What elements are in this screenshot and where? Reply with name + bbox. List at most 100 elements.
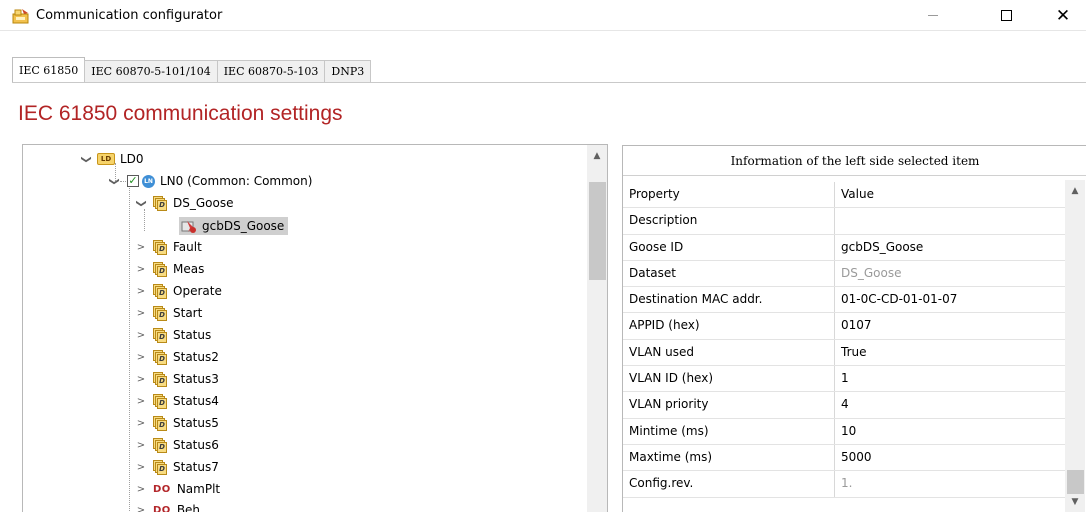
scroll-up-icon[interactable]: ▲ — [587, 147, 607, 165]
property-row[interactable]: Description — [623, 208, 1065, 235]
tree-node-dataset[interactable]: > D Status — [136, 325, 211, 345]
property-value[interactable] — [835, 208, 1065, 233]
property-value[interactable]: 01-0C-CD-01-01-07 — [835, 287, 1065, 312]
tab-iec-60870-5-103[interactable]: IEC 60870-5-103 — [216, 60, 326, 83]
dataset-icon: D — [153, 437, 168, 453]
tree-node-label: Status6 — [173, 438, 219, 452]
scrollbar-thumb[interactable] — [589, 182, 606, 280]
tree-node-gcbds-goose[interactable]: gcbDS_Goose — [179, 216, 289, 236]
tree-node-label: Meas — [173, 262, 205, 276]
property-row[interactable]: VLAN used True — [623, 339, 1065, 367]
chevron-right-icon[interactable]: > — [136, 242, 146, 253]
tree-node-dataset[interactable]: > D Fault — [136, 237, 202, 257]
property-value[interactable]: gcbDS_Goose — [835, 235, 1065, 260]
property-row[interactable]: Config.rev. 1. — [623, 471, 1065, 498]
chevron-down-icon[interactable]: ❯ — [81, 154, 92, 164]
data-object-icon: DO — [153, 483, 171, 495]
property-row[interactable]: VLAN ID (hex) 1 — [623, 366, 1065, 393]
tree-scrollbar[interactable]: ▲ — [587, 145, 607, 512]
property-value[interactable]: 4 — [835, 392, 1065, 417]
chevron-right-icon[interactable]: > — [136, 418, 146, 429]
data-object-icon: DO — [153, 504, 171, 512]
maximize-icon — [1000, 10, 1012, 21]
tree-node-dataset[interactable]: > D Status7 — [136, 457, 219, 477]
tab-dnp3[interactable]: DNP3 — [324, 60, 372, 83]
tree-node-label: DS_Goose — [173, 196, 234, 210]
chevron-right-icon[interactable]: > — [136, 462, 146, 473]
info-scrollbar[interactable]: ▲ ▼ — [1065, 180, 1085, 512]
tree-node-ds-goose[interactable]: ❯ D DS_Goose — [136, 193, 233, 213]
property-row[interactable]: Mintime (ms) 10 — [623, 418, 1065, 445]
chevron-right-icon[interactable]: > — [136, 330, 146, 341]
tree-node-dataset[interactable]: > D Status5 — [136, 413, 219, 433]
minimize-icon — [928, 15, 938, 16]
tree-node-dataset[interactable]: > D Status6 — [136, 435, 219, 455]
title-bar: Communication configurator ✕ — [0, 0, 1086, 31]
tree-node-label: Status — [173, 328, 212, 342]
property-row[interactable]: Goose ID gcbDS_Goose — [623, 234, 1065, 261]
tab-iec-61850[interactable]: IEC 61850 — [12, 57, 86, 83]
property-row[interactable]: VLAN priority 4 — [623, 392, 1065, 419]
chevron-down-icon[interactable]: ❯ — [109, 176, 120, 186]
property-row[interactable]: APPID (hex) 0107 — [623, 313, 1065, 340]
minimize-button[interactable] — [910, 0, 956, 31]
chevron-right-icon[interactable]: > — [136, 286, 146, 297]
protocol-tabs: IEC 61850 IEC 60870-5-101/104 IEC 60870-… — [12, 57, 372, 83]
tree-node-data-object[interactable]: > DO NamPlt — [136, 479, 220, 499]
dataset-icon: D — [153, 415, 168, 431]
tree-node-ln0[interactable]: ❯ ✓ LN LN0 (Common: Common) — [109, 171, 313, 191]
chevron-right-icon[interactable]: > — [136, 374, 146, 385]
tree-node-label: LN0 (Common: Common) — [160, 174, 313, 188]
tree-node-ld0[interactable]: ❯ LD LD0 — [81, 149, 144, 169]
property-grid-header: Property Value — [623, 182, 1065, 209]
property-value[interactable]: True — [835, 340, 1065, 365]
property-name: APPID (hex) — [623, 313, 835, 339]
tree-node-label: Beh — [176, 503, 201, 512]
tree-node-label: Fault — [173, 240, 202, 254]
property-name: Goose ID — [623, 234, 835, 260]
tree-node-label: Start — [173, 306, 203, 320]
tree-node-label: Operate — [173, 284, 222, 298]
goose-control-block-icon — [181, 220, 196, 233]
chevron-right-icon[interactable]: > — [136, 264, 146, 275]
scroll-down-icon[interactable]: ▼ — [1065, 493, 1085, 511]
scroll-up-icon[interactable]: ▲ — [1065, 182, 1085, 200]
tab-divider — [12, 82, 1086, 83]
property-value[interactable]: 10 — [835, 419, 1065, 444]
dataset-icon: D — [153, 239, 168, 255]
chevron-right-icon[interactable]: > — [136, 505, 146, 512]
page-title: IEC 61850 communication settings — [18, 102, 343, 125]
tree-guide-line — [129, 183, 130, 511]
dataset-icon: D — [153, 459, 168, 475]
property-name: Mintime (ms) — [623, 418, 835, 444]
tree-node-dataset[interactable]: > D Status3 — [136, 369, 219, 389]
property-row[interactable]: Destination MAC addr. 01-0C-CD-01-01-07 — [623, 287, 1065, 314]
property-row[interactable]: Maxtime (ms) 5000 — [623, 444, 1065, 472]
chevron-right-icon[interactable]: > — [136, 440, 146, 451]
scrollbar-thumb[interactable] — [1067, 470, 1084, 494]
close-button[interactable]: ✕ — [1040, 0, 1086, 31]
dataset-icon: D — [153, 371, 168, 387]
info-panel-title: Information of the left side selected it… — [623, 146, 1086, 176]
chevron-right-icon[interactable]: > — [136, 484, 146, 495]
tree-node-dataset[interactable]: > D Status4 — [136, 391, 219, 411]
tree-node-dataset[interactable]: > D Operate — [136, 281, 222, 301]
tree-node-dataset[interactable]: > D Start — [136, 303, 202, 323]
chevron-right-icon[interactable]: > — [136, 308, 146, 319]
tree-node-dataset[interactable]: > D Status2 — [136, 347, 219, 367]
chevron-right-icon[interactable]: > — [136, 352, 146, 363]
column-header-property: Property — [623, 182, 835, 208]
tree-node-dataset[interactable]: > D Meas — [136, 259, 204, 279]
maximize-button[interactable] — [983, 0, 1029, 31]
property-row[interactable]: Dataset DS_Goose — [623, 260, 1065, 288]
ln0-checkbox[interactable]: ✓ — [127, 175, 139, 187]
chevron-right-icon[interactable]: > — [136, 396, 146, 407]
tab-iec-60870-5-101-104[interactable]: IEC 60870-5-101/104 — [84, 60, 218, 83]
property-value[interactable]: 5000 — [835, 445, 1065, 470]
property-value[interactable]: 1 — [835, 366, 1065, 391]
configuration-tree[interactable]: ❯ LD LD0 ❯ ✓ LN LN0 (Common: Common) ❯ D… — [22, 144, 608, 512]
tree-node-label: Status2 — [173, 350, 219, 364]
tree-node-data-object[interactable]: > DO Beh — [136, 500, 200, 512]
property-value[interactable]: 0107 — [835, 313, 1065, 338]
chevron-down-icon[interactable]: ❯ — [136, 198, 147, 208]
